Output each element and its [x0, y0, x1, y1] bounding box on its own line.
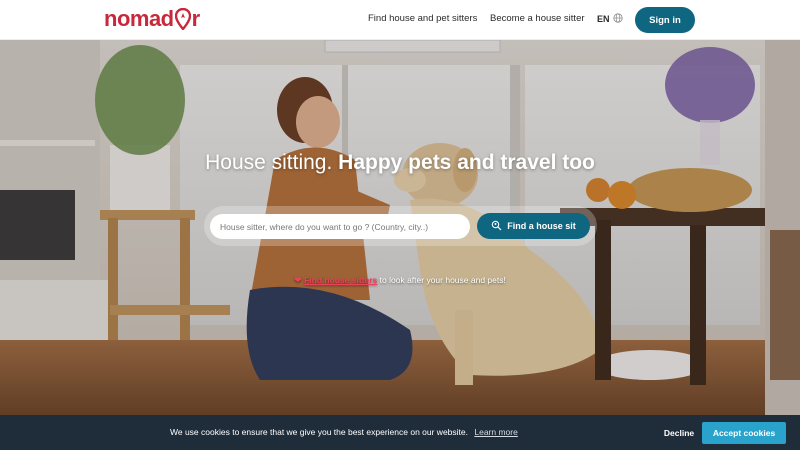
logo-text-left: nomad: [104, 6, 174, 31]
location-search-icon: [491, 220, 502, 233]
globe-icon: [612, 13, 623, 25]
logo-text-right: r: [191, 6, 201, 31]
find-house-sit-label: Find a house sit: [507, 221, 576, 231]
cookie-consent-bar: We use cookies to ensure that we give yo…: [0, 415, 800, 450]
find-house-sit-button[interactable]: Find a house sit: [477, 213, 590, 239]
learn-more-link[interactable]: Learn more: [474, 427, 517, 437]
accept-cookies-button[interactable]: Accept cookies: [702, 422, 786, 444]
cookie-message-text: We use cookies to ensure that we give yo…: [170, 427, 468, 437]
signin-button[interactable]: Sign in: [635, 7, 695, 33]
nomador-logo[interactable]: nomad r: [104, 6, 200, 32]
hero-title-bold: Happy pets and travel too: [338, 151, 595, 174]
nav-become-sitter-link[interactable]: Become a house sitter: [490, 13, 585, 24]
hero-title: House sitting. Happy pets and travel too: [0, 151, 800, 175]
promo-text: to look after your house and pets!: [379, 275, 506, 285]
map-pin-icon: [174, 7, 191, 31]
language-label: EN: [597, 14, 610, 24]
find-house-sitters-link[interactable]: Find house sitters: [304, 275, 377, 285]
destination-search-input[interactable]: [210, 214, 470, 239]
heart-icon: ❤: [294, 275, 302, 285]
promo-line: ❤ Find house sitters to look after your …: [0, 275, 800, 286]
site-header: nomad r Find house and pet sitters Becom…: [0, 0, 800, 40]
language-selector[interactable]: EN: [597, 13, 623, 25]
decline-cookies-button[interactable]: Decline: [660, 424, 698, 442]
hero-title-light: House sitting.: [205, 151, 333, 174]
nav-find-sitters-link[interactable]: Find house and pet sitters: [368, 13, 477, 24]
cookie-message: We use cookies to ensure that we give yo…: [170, 427, 518, 437]
